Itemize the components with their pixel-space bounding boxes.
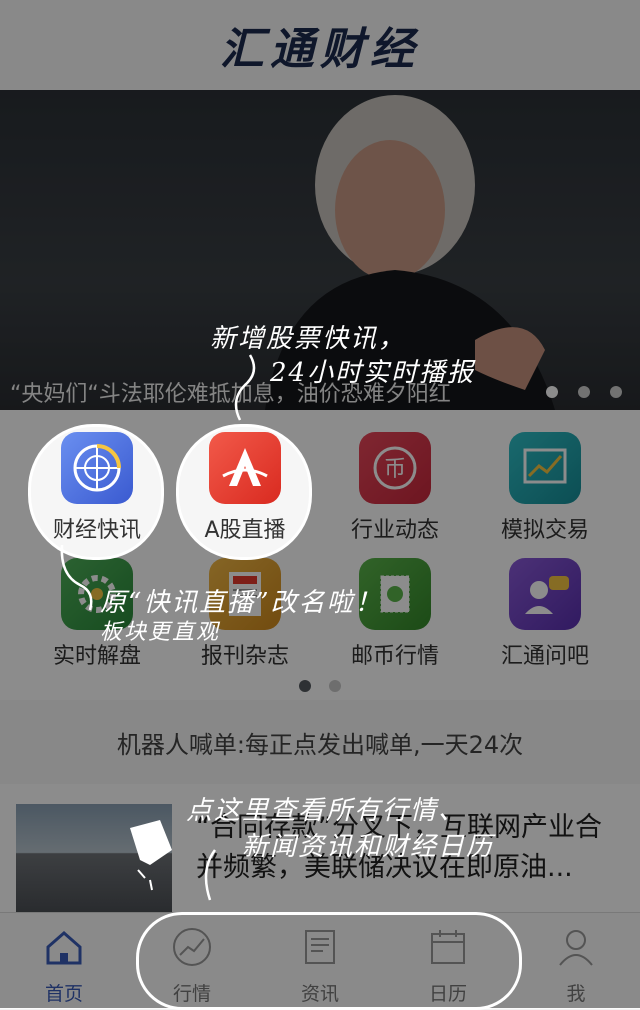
pointing-hand-icon — [130, 820, 172, 891]
tip-tabs-line1: 点这里查看所有行情、 — [186, 796, 467, 826]
tip-stock-news-line1: 新增股票快讯， — [210, 324, 407, 354]
app-screen: 汇通财经 “央妈们“斗法耶伦难抵加息，油价恐难夕阳红 财经快讯 A股直播 — [0, 0, 640, 1010]
tip-stock-news-line2: 24小时实时播报 — [270, 358, 476, 388]
tip-rename-line2: 板块更直观 — [100, 620, 221, 645]
tip-tabs-line2: 新闻资讯和财经日历 — [242, 832, 495, 862]
